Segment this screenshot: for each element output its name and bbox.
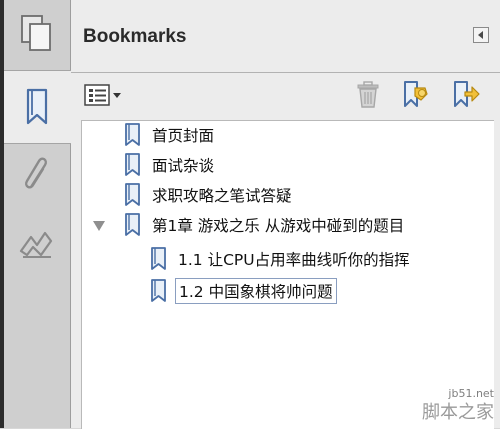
options-menu-icon (84, 84, 121, 106)
panel-title: Bookmarks (83, 26, 187, 47)
new-bookmark-button[interactable] (401, 81, 431, 109)
triangle-down-icon (93, 221, 105, 231)
bookmarks-toolbar (71, 73, 500, 119)
bookmark-item[interactable]: 面试杂谈 (122, 151, 214, 179)
bookmark-icon (148, 246, 170, 272)
watermark: jb51.net 脚本之家 (422, 387, 494, 424)
chevron-left-icon (478, 31, 483, 39)
navigation-rail (4, 0, 71, 428)
paperclip-icon (25, 157, 47, 189)
watermark-name: 脚本之家 (422, 402, 494, 423)
bookmark-item[interactable]: 第1章 游戏之乐 从游戏中碰到的题目 (122, 211, 404, 239)
bookmark-label: 面试杂谈 (152, 157, 215, 175)
bookmark-label: 求职攻略之笔试答疑 (152, 187, 292, 205)
bookmark-icon (122, 212, 144, 238)
expand-bookmark-icon (454, 81, 480, 107)
bookmark-icon (26, 88, 47, 125)
bookmarks-panel-button[interactable] (4, 70, 71, 144)
bookmark-icon (122, 182, 144, 208)
collapse-panel-button[interactable] (473, 27, 489, 43)
bookmark-label: 1.1 让CPU占用率曲线听你的指挥 (178, 251, 410, 269)
bookmarks-panel: Bookmarks 首页封面 面试杂谈 求职攻略之笔试答疑 第1章 游戏之乐 从… (71, 0, 500, 429)
pages-button[interactable] (4, 0, 70, 68)
expand-bookmark-button[interactable] (451, 81, 481, 109)
bookmark-label: 首页封面 (152, 127, 215, 145)
bookmark-item[interactable]: 1.1 让CPU占用率曲线听你的指挥 (148, 245, 410, 273)
pages-icon (21, 15, 51, 51)
signatures-button[interactable] (4, 215, 70, 275)
panel-header: Bookmarks (71, 0, 500, 73)
bookmark-item[interactable]: 首页封面 (122, 121, 214, 149)
signature-icon (19, 231, 53, 258)
bookmark-icon (122, 152, 144, 178)
attachments-button[interactable] (4, 145, 70, 205)
bookmark-item[interactable]: 1.2 中国象棋将帅问题 (148, 277, 337, 305)
options-menu-button[interactable] (83, 81, 125, 109)
new-bookmark-icon (404, 81, 428, 107)
delete-bookmark-button[interactable] (355, 81, 381, 109)
disclosure-triangle[interactable] (92, 219, 106, 233)
bookmark-label: 第1章 游戏之乐 从游戏中碰到的题目 (152, 217, 405, 235)
bookmark-icon (122, 122, 144, 148)
trash-icon (357, 81, 379, 108)
bookmark-icon (148, 278, 170, 304)
bookmark-tree: 首页封面面试杂谈求职攻略之笔试答疑第1章 游戏之乐 从游戏中碰到的题目 1.1 让… (81, 120, 494, 429)
bookmark-label: 1.2 中国象棋将帅问题 (175, 278, 337, 304)
bookmark-item[interactable]: 求职攻略之笔试答疑 (122, 181, 292, 209)
